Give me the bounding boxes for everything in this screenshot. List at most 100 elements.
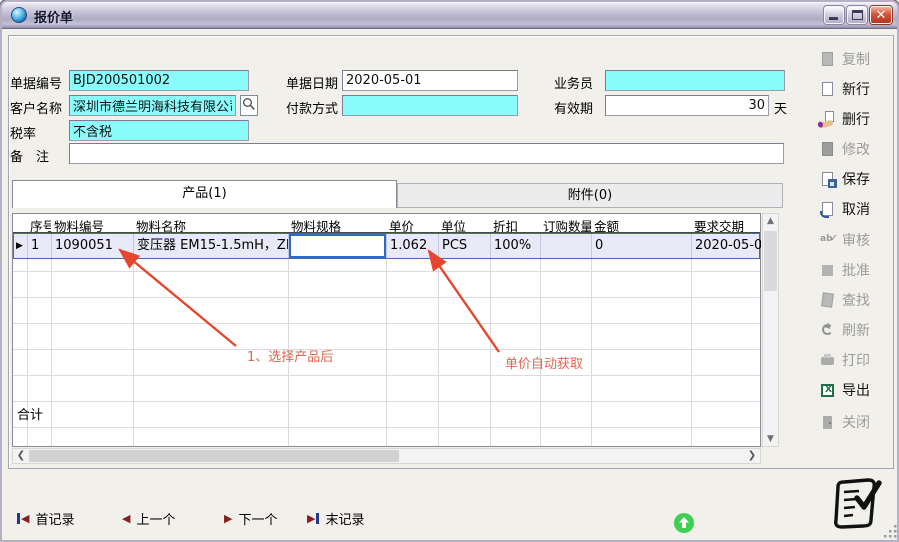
sync-status-icon xyxy=(673,512,695,534)
tax-rate-input[interactable] xyxy=(69,120,249,141)
modify-icon xyxy=(820,141,837,158)
col-row-indicator xyxy=(13,214,27,232)
customer-label: 客户名称 xyxy=(10,98,62,117)
door-close-icon xyxy=(820,414,837,431)
scroll-down-icon[interactable]: ▼ xyxy=(763,434,778,444)
cell-spec[interactable] xyxy=(289,234,387,258)
next-record-button[interactable]: ▶ 下一个 xyxy=(224,508,277,528)
copy-button: 复制 xyxy=(820,48,870,70)
validity-input[interactable] xyxy=(605,95,769,116)
last-record-button[interactable]: ▶ 末记录 xyxy=(307,508,364,528)
col-delivery-date[interactable]: 要求交期 xyxy=(691,214,760,232)
close-icon: ✕ xyxy=(871,7,891,23)
window-title: 报价单 xyxy=(34,7,73,26)
maximize-icon xyxy=(852,10,863,20)
scroll-up-icon[interactable]: ▲ xyxy=(763,216,778,226)
table-empty-area[interactable]: 合计 xyxy=(13,259,760,446)
table-header-row: 序号 物料编号 物料名称 物料规格 单价 单位 折扣 订购数量 金额 要求交期 xyxy=(13,214,760,233)
col-item-code[interactable]: 物料编号 xyxy=(51,214,133,232)
tab-products[interactable]: 产品(1) xyxy=(12,180,397,208)
col-spec[interactable]: 物料规格 xyxy=(288,214,386,232)
new-row-button[interactable]: 新行 xyxy=(820,78,870,100)
cell-unit[interactable]: PCS xyxy=(439,234,491,258)
close-button[interactable]: ✕ xyxy=(870,6,892,24)
col-amount[interactable]: 金额 xyxy=(591,214,691,232)
doc-number-label: 单据编号 xyxy=(10,73,62,92)
salesperson-input[interactable] xyxy=(605,70,785,91)
horizontal-scroll-thumb[interactable] xyxy=(29,450,399,462)
cancel-button[interactable]: 取消 xyxy=(820,198,870,220)
horizontal-scrollbar[interactable]: ❮ ❯ xyxy=(12,448,761,464)
cell-index[interactable]: 1 xyxy=(28,234,52,258)
save-icon xyxy=(820,171,837,188)
cell-amount[interactable]: 0 xyxy=(592,234,692,258)
customer-input[interactable] xyxy=(69,95,236,116)
refresh-icon xyxy=(820,322,837,339)
save-button[interactable]: 保存 xyxy=(820,168,870,190)
minimize-icon xyxy=(829,17,838,20)
close-form-button: 关闭 xyxy=(820,411,870,433)
validity-unit-label: 天 xyxy=(774,98,787,117)
delete-row-button[interactable]: 删行 xyxy=(820,108,870,130)
doc-number-input[interactable] xyxy=(69,70,249,91)
last-record-icon: ▶ xyxy=(307,513,319,524)
titlebar[interactable]: 报价单 ✕ xyxy=(2,2,897,29)
previous-record-button[interactable]: ◀ 上一个 xyxy=(122,508,175,528)
cell-unit-price[interactable]: 1.062 xyxy=(387,234,439,258)
validity-label: 有效期 xyxy=(554,98,593,117)
spec-cell-editor[interactable] xyxy=(289,234,386,258)
audit-button: 审核 xyxy=(820,229,870,251)
find-icon xyxy=(820,292,837,309)
first-record-button[interactable]: ◀ 首记录 xyxy=(17,508,74,528)
vertical-scroll-thumb[interactable] xyxy=(764,231,777,291)
cell-delivery-date[interactable]: 2020-05-01 xyxy=(692,234,761,258)
col-discount[interactable]: 折扣 xyxy=(490,214,540,232)
refresh-button: 刷新 xyxy=(820,319,870,341)
annotation-auto-price: 单价自动获取 xyxy=(505,353,583,372)
modify-button: 修改 xyxy=(820,138,870,160)
cell-discount[interactable]: 100% xyxy=(491,234,541,258)
tax-rate-label: 税率 xyxy=(10,123,36,142)
doc-date-input[interactable] xyxy=(342,70,518,91)
cancel-icon xyxy=(820,201,837,218)
maximize-button[interactable] xyxy=(847,6,867,24)
new-row-icon xyxy=(820,81,837,98)
col-index[interactable]: 序号 xyxy=(27,214,51,232)
print-button: 打印 xyxy=(820,349,870,371)
col-order-qty[interactable]: 订购数量 xyxy=(540,214,591,232)
col-unit[interactable]: 单位 xyxy=(438,214,490,232)
vertical-scrollbar[interactable]: ▲ ▼ xyxy=(762,213,779,447)
cell-order-qty[interactable] xyxy=(541,234,592,258)
app-window: 报价单 ✕ 单据编号 单据日期 业务员 客户名称 付款方式 有效期 天 税率 备… xyxy=(0,0,899,542)
next-record-icon: ▶ xyxy=(224,513,232,524)
audit-icon xyxy=(820,232,837,249)
copy-icon xyxy=(820,51,837,68)
salesperson-label: 业务员 xyxy=(554,73,593,92)
globe-app-icon xyxy=(11,7,27,23)
annotation-select-product: 1、选择产品后 xyxy=(247,346,333,365)
app-logo-icon xyxy=(830,476,882,530)
table-row[interactable]: ▶ 1 1090051 变压器 EM15-1.5mH，ZB-H 1.062 PC… xyxy=(13,233,760,259)
payment-label: 付款方式 xyxy=(286,98,338,117)
row-selected-indicator-icon: ▶ xyxy=(14,234,28,258)
export-button[interactable]: 导出 xyxy=(820,379,870,401)
resize-grip[interactable] xyxy=(882,523,898,539)
col-unit-price[interactable]: 单价 xyxy=(386,214,438,232)
doc-date-label: 单据日期 xyxy=(286,73,338,92)
remarks-input[interactable] xyxy=(69,143,784,164)
scroll-right-icon[interactable]: ❯ xyxy=(745,449,759,463)
previous-record-icon: ◀ xyxy=(122,513,130,524)
tab-attachments[interactable]: 附件(0) xyxy=(397,183,783,208)
first-record-icon: ◀ xyxy=(17,513,29,524)
payment-input[interactable] xyxy=(342,95,518,116)
minimize-button[interactable] xyxy=(824,6,844,24)
approve-button: 批准 xyxy=(820,259,870,281)
magnifier-icon xyxy=(242,97,256,111)
total-row-label: 合计 xyxy=(17,404,43,423)
customer-search-button[interactable] xyxy=(240,95,258,116)
cell-item-code[interactable]: 1090051 xyxy=(52,234,134,258)
export-excel-icon xyxy=(820,382,837,399)
scroll-left-icon[interactable]: ❮ xyxy=(14,449,28,463)
cell-item-name[interactable]: 变压器 EM15-1.5mH，ZB-H xyxy=(134,234,289,258)
col-item-name[interactable]: 物料名称 xyxy=(133,214,288,232)
